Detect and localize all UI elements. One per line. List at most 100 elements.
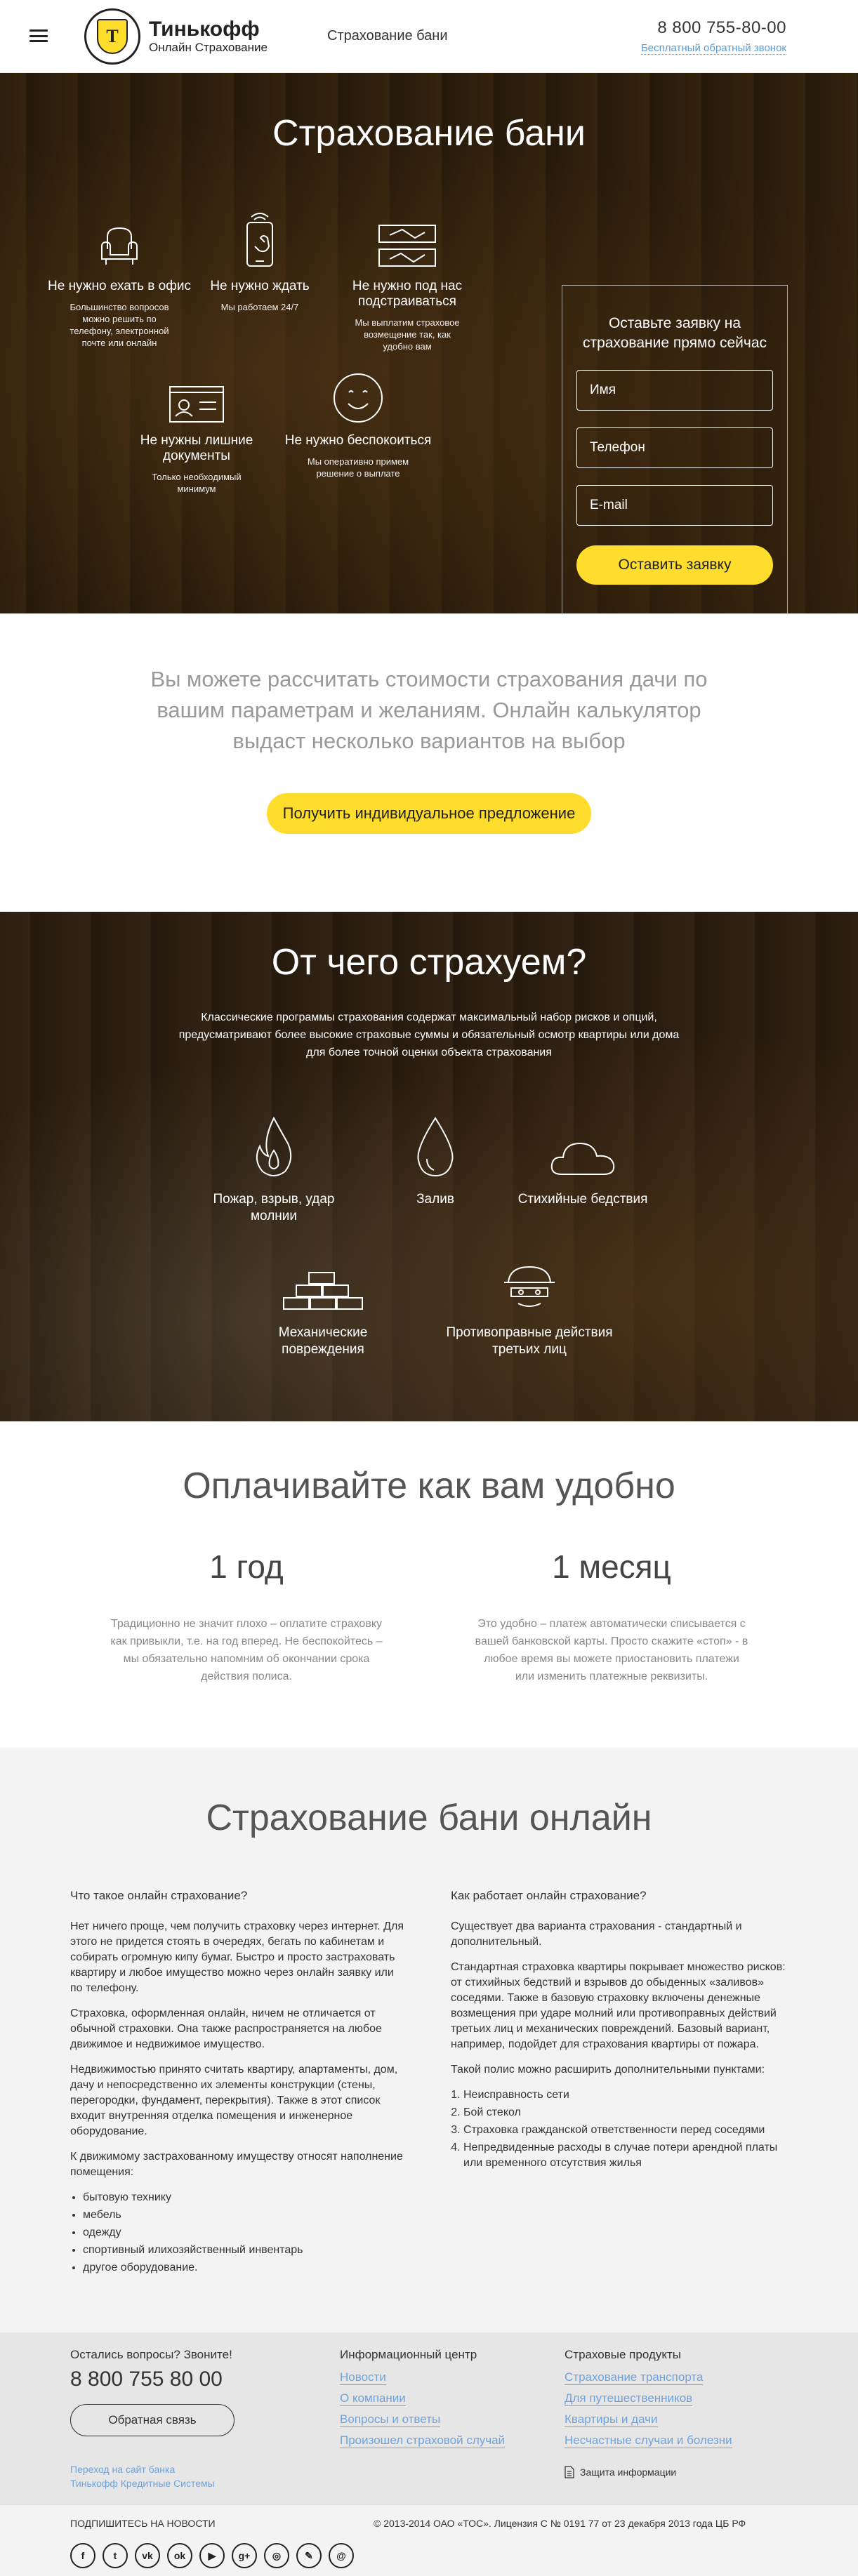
footer-link-faq[interactable]: Вопросы и ответы [340, 2412, 441, 2427]
footer-products-heading: Страховые продукты [565, 2348, 681, 2361]
feature-item: Не нужно под нас подстраиваться Мы выпла… [330, 203, 484, 352]
bricks-icon [239, 1242, 407, 1312]
payment-option: 1 год Традиционно не значит плохо – опла… [64, 1548, 429, 1685]
protection-label: Защита информации [580, 2467, 677, 2478]
payment-option-text: Это удобно – платеж автоматически списыв… [475, 1618, 748, 1682]
risk-item: Залив [351, 1108, 520, 1208]
bank-links: Переход на сайт банка Тинькофф Кредитные… [70, 2462, 215, 2490]
footer-phone[interactable]: 8 800 755 80 00 [70, 2368, 235, 2391]
list-item: спортивный илихозяйственный инвентарь [83, 2243, 407, 2258]
odnoklassniki-icon[interactable]: ok [167, 2543, 192, 2568]
footer-info-heading: Информационный центр [340, 2348, 477, 2361]
footer-link-transport[interactable]: Страхование транспорта [565, 2370, 704, 2385]
info-title: Страхование бани онлайн [206, 1798, 652, 1838]
movable-property-list: бытовую технику мебель одежду спортивный… [70, 2190, 407, 2276]
info-paragraph: Нет ничего проще, чем получить страховку… [70, 1920, 404, 1994]
callback-link[interactable]: Бесплатный обратный звонок [640, 42, 786, 55]
site-header: Т Тинькофф Онлайн Страхование Страховани… [0, 0, 858, 73]
info-paragraph: Стандартная страховка квартиры покрывает… [451, 1961, 786, 2050]
cloud-icon [499, 1108, 667, 1179]
footer-questions: Остались вопросы? Звоните! [70, 2348, 232, 2361]
info-paragraph: Такой полис можно расширить дополнительн… [451, 2064, 765, 2076]
risk-item: Стихийные бедствия [499, 1108, 667, 1208]
info-protection[interactable]: Защита информации [565, 2466, 676, 2478]
thief-icon [445, 1242, 614, 1312]
feedback-button[interactable]: Обратная связь [70, 2404, 235, 2436]
subscribe-label: ПОДПИШИТЕСЬ НА НОВОСТИ [70, 2518, 216, 2529]
risk-title: Залив [416, 1192, 454, 1207]
submit-application-button[interactable]: Оставить заявку [576, 545, 773, 585]
info-left-column: Что такое онлайн страхование? Нет ничего… [70, 1888, 407, 2285]
vk-icon[interactable]: vk [135, 2543, 160, 2568]
info-section: Страхование бани онлайн Что такое онлайн… [0, 1748, 858, 2332]
feature-title: Не нужно ехать в офис [48, 279, 191, 293]
feature-item: Не нужно беспокоиться Мы оперативно прим… [281, 357, 435, 479]
feature-item: Не нужно ждать Мы работаем 24/7 [183, 203, 337, 313]
armchair-icon [42, 203, 197, 270]
feature-desc: Большинство вопросов можно решить по тел… [70, 302, 169, 348]
footer-link-claim[interactable]: Произошел страховой случай [340, 2434, 506, 2448]
footer-link-about[interactable]: О компании [340, 2391, 406, 2406]
risk-item: Механические повреждения [239, 1242, 407, 1358]
footer-info-center: Информационный центр Новости О компании … [340, 2348, 506, 2455]
feature-title: Не нужно под нас подстраиваться [352, 279, 463, 309]
risks-section: От чего страхуем? Классические программы… [0, 912, 858, 1421]
feature-desc: Мы выплатим страховое возмещение так, ка… [355, 317, 460, 352]
phone-icon [183, 203, 337, 270]
header-page-title[interactable]: Страхование бани [327, 28, 448, 44]
feature-title: Не нужно беспокоиться [284, 433, 432, 448]
risk-item: Противоправные действия третьих лиц [445, 1242, 614, 1358]
header-phone-number[interactable]: 8 800 755-80-00 [641, 18, 786, 38]
extra-options-list: Неисправность сети Бой стекол Страховка … [451, 2087, 788, 2171]
copyright: © 2013-2014 ОАО «ТОС». Лицензия С № 0191… [374, 2518, 746, 2529]
id-card-icon [119, 357, 274, 425]
list-item: Неисправность сети [463, 2087, 788, 2103]
social-links: f t vk ok ▶ g+ ◎ ✎ @ [70, 2543, 354, 2568]
footer-contacts: Остались вопросы? Звоните! 8 800 755 80 … [70, 2348, 235, 2436]
logo[interactable]: Т Тинькофф Онлайн Страхование [84, 8, 268, 65]
facebook-icon[interactable]: f [70, 2543, 95, 2568]
fire-icon [190, 1108, 358, 1179]
footer-link-travel[interactable]: Для путешественников [565, 2391, 693, 2406]
risk-title: Стихийные бедствия [517, 1192, 648, 1207]
payment-section: Оплачивайте как вам удобно 1 год Традици… [0, 1421, 858, 1748]
smile-icon [281, 357, 435, 425]
calculator-section: Вы можете рассчитать стоимости страхован… [0, 613, 858, 912]
info-heading: Как работает онлайн страхование? [451, 1889, 647, 1902]
form-title: Оставьте заявку на страхование прямо сей… [582, 315, 767, 351]
feature-item: Не нужно ехать в офис Большинство вопрос… [42, 203, 197, 349]
payment-option: 1 месяц Это удобно – платеж автоматическ… [429, 1548, 794, 1685]
risk-title: Механические повреждения [278, 1325, 368, 1357]
livejournal-icon[interactable]: ✎ [296, 2543, 322, 2568]
footer-link-property[interactable]: Квартиры и дачи [565, 2412, 658, 2427]
feature-desc: Только необходимый минимум [152, 472, 242, 494]
name-input[interactable] [576, 370, 773, 411]
feature-item: Не нужны лишние документы Только необход… [119, 357, 274, 495]
bank-name-link[interactable]: Тинькофф Кредитные Системы [70, 2476, 215, 2490]
phone-input[interactable] [576, 427, 773, 468]
logo-subtitle: Онлайн Страхование [149, 41, 268, 54]
footer-link-accidents[interactable]: Несчастные случаи и болезни [565, 2434, 732, 2448]
list-item: Бой стекол [463, 2105, 788, 2120]
risk-title: Пожар, взрыв, удар молнии [213, 1192, 335, 1223]
risks-text: Классические программы страхования содер… [178, 1011, 680, 1058]
menu-icon[interactable] [29, 29, 48, 42]
info-paragraph: Недвижимостью принято считать квартиру, … [70, 2064, 398, 2137]
info-paragraph: К движимому застрахованному имуществу от… [70, 2151, 403, 2178]
email-input[interactable] [576, 485, 773, 526]
list-item: Страховка гражданской ответственности пе… [463, 2123, 788, 2138]
email-icon[interactable]: @ [329, 2543, 354, 2568]
header-contacts: 8 800 755-80-00 Бесплатный обратный звон… [640, 18, 786, 55]
twitter-icon[interactable]: t [103, 2543, 128, 2568]
feature-desc: Мы оперативно примем решение о выплате [307, 456, 409, 479]
instagram-icon[interactable]: ◎ [264, 2543, 289, 2568]
footer-link-news[interactable]: Новости [340, 2370, 386, 2385]
google-plus-icon[interactable]: g+ [232, 2543, 257, 2568]
info-paragraph: Существует два варианта страхования - ст… [451, 1920, 742, 1948]
risk-item: Пожар, взрыв, удар молнии [190, 1108, 358, 1225]
bank-site-link[interactable]: Переход на сайт банка [70, 2462, 215, 2476]
youtube-icon[interactable]: ▶ [199, 2543, 225, 2568]
list-item: другое оборудование. [83, 2260, 407, 2276]
get-offer-button[interactable]: Получить индивидуальное предложение [267, 793, 591, 834]
list-item: одежду [83, 2225, 407, 2240]
